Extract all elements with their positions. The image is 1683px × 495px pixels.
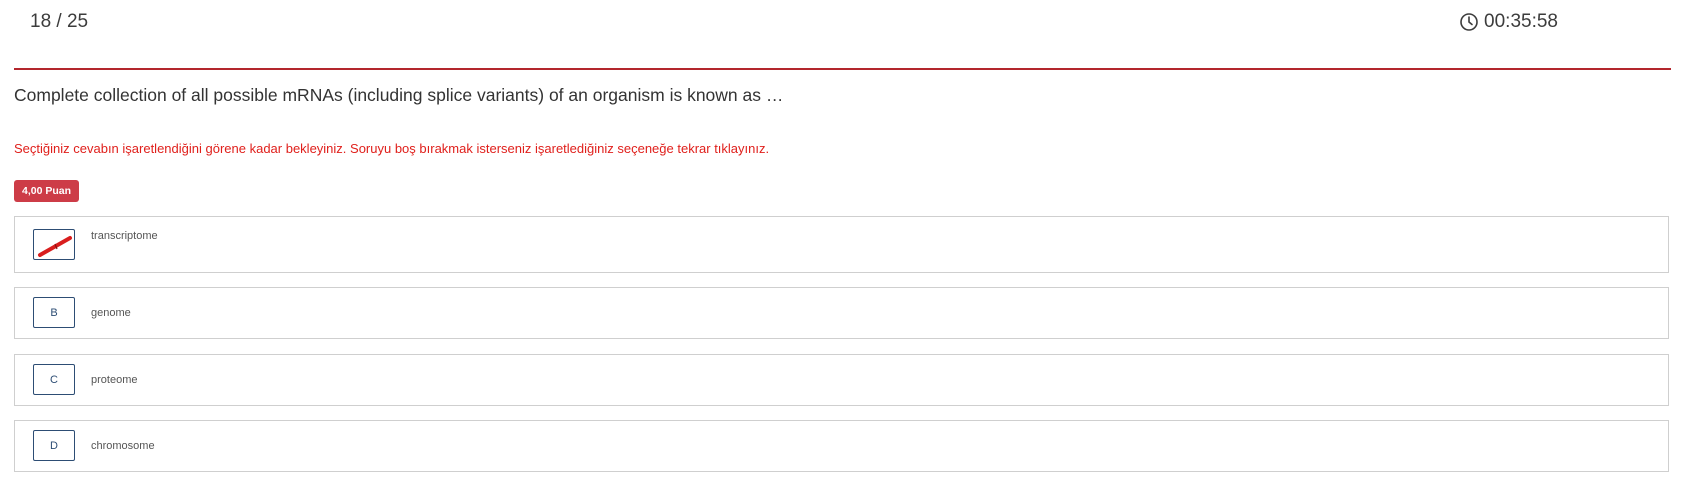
option-c-text: proteome	[91, 374, 138, 386]
option-c[interactable]: C proteome	[14, 354, 1669, 406]
header-divider	[14, 68, 1671, 70]
question-text: Complete collection of all possible mRNA…	[14, 85, 784, 105]
points-badge: 4,00 Puan	[14, 180, 80, 202]
option-d-text: chromosome	[91, 440, 155, 452]
option-a-text: transcriptome	[91, 230, 158, 242]
exam-question-page: 18 / 25 00:35:58 Complete collection of …	[0, 0, 1683, 495]
exam-timer: 00:35:58	[1459, 10, 1558, 34]
eliminated-strike-icon	[38, 236, 72, 257]
option-d[interactable]: D chromosome	[14, 420, 1669, 472]
option-c-letter-box[interactable]: C	[33, 364, 75, 395]
option-d-letter-box[interactable]: D	[33, 430, 75, 461]
timer-value: 00:35:58	[1484, 11, 1558, 32]
option-b-letter-box[interactable]: B	[33, 297, 75, 328]
warning-message: Seçtiğiniz cevabın işaretlendiğini gören…	[14, 141, 770, 156]
question-counter: 18 / 25	[30, 11, 89, 32]
option-a-letter-box[interactable]	[33, 229, 75, 260]
option-b-text: genome	[91, 307, 131, 319]
clock-icon	[1459, 12, 1479, 32]
option-b[interactable]: B genome	[14, 287, 1669, 339]
option-a[interactable]: transcriptome	[14, 216, 1669, 273]
